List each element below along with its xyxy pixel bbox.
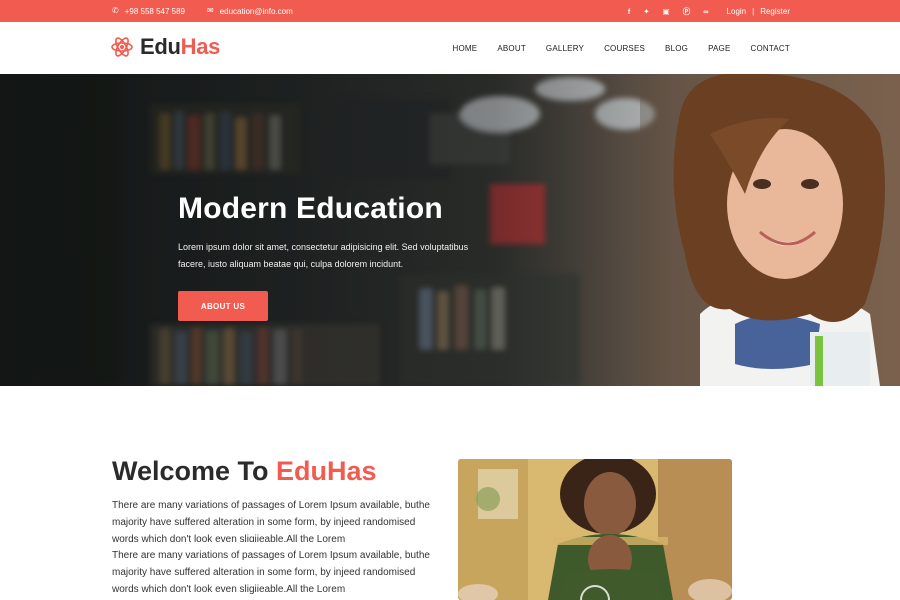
register-link[interactable]: Register [760,7,790,16]
top-bar: ✆ +98 558 547 589 ✉ education@info.com f… [0,0,900,22]
twitter-icon[interactable]: ✦ [643,7,649,16]
auth-separator: | [752,6,755,16]
facebook-icon[interactable]: f [628,7,631,16]
hero-title: Modern Education [178,192,443,225]
welcome-paragraph-1: There are many variations of passages of… [112,500,430,542]
welcome-heading: Welcome To EduHas [112,456,377,487]
nav-about[interactable]: ABOUT [497,44,526,53]
hero-description: Lorem ipsum dolor sit amet, consectetur … [178,242,469,269]
nav-gallery[interactable]: GALLERY [546,44,584,53]
rss-icon[interactable]: ∞ [703,7,708,16]
logo-text: EduHas [140,34,220,60]
social-links: f ✦ ▣ Ⓟ ∞ [628,6,709,17]
logo[interactable]: EduHas [110,34,220,60]
phone-number: +98 558 547 589 [124,6,185,16]
pinterest-icon[interactable]: Ⓟ [683,6,691,17]
envelope-icon: ✉ [206,6,214,15]
classroom-photo-image [458,459,732,600]
welcome-heading-main: Welcome To [112,456,269,486]
login-link[interactable]: Login [727,7,747,16]
contact-info: ✆ +98 558 547 589 ✉ education@info.com [112,0,293,22]
student-portrait-image [640,74,900,386]
email-address[interactable]: education@info.com [220,7,293,16]
main-header: EduHas HOME ABOUT GALLERY COURSES BLOG P… [0,22,900,74]
classroom-photo [458,459,732,600]
nav-blog[interactable]: BLOG [665,44,688,53]
nav-page[interactable]: PAGE [708,44,730,53]
atom-logo-icon [111,37,133,57]
phone-item: ✆ +98 558 547 589 [112,7,185,16]
nav-courses[interactable]: COURSES [604,44,645,53]
instagram-icon[interactable]: ▣ [663,7,670,16]
welcome-heading-accent: EduHas [276,456,377,486]
nav-contact[interactable]: CONTACT [751,44,790,53]
phone-icon: ✆ [112,6,119,15]
logo-text-main: Edu [140,34,181,59]
main-nav: HOME ABOUT GALLERY COURSES BLOG PAGE CON… [453,22,790,74]
welcome-paragraph-2: There are many variations of passages of… [112,550,430,595]
auth-links: Login | Register [727,7,790,16]
email-item[interactable]: ✉ education@info.com [207,7,293,16]
topbar-right: f ✦ ▣ Ⓟ ∞ Login | Register [628,0,790,22]
logo-text-accent: Has [180,34,221,59]
hero-banner: Modern Education Lorem ipsum dolor sit a… [0,74,900,386]
about-us-button[interactable]: ABOUT US [178,291,268,321]
nav-home[interactable]: HOME [453,44,478,53]
